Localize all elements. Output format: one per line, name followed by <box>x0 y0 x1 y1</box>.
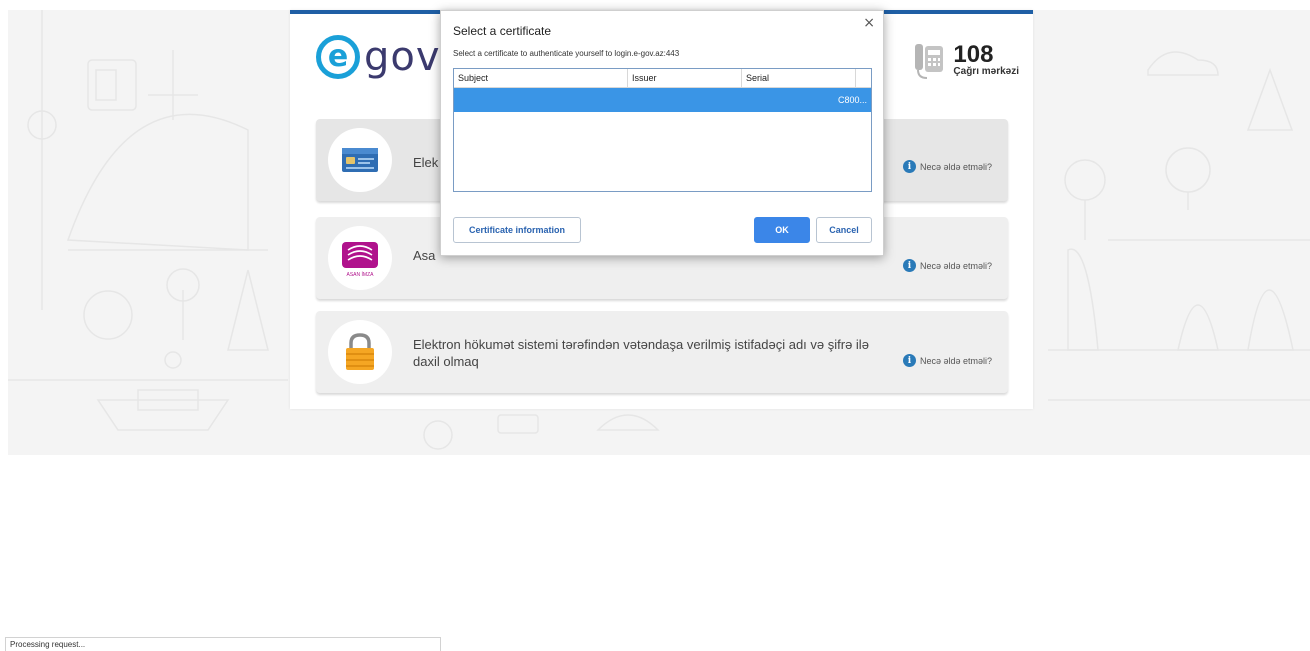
dialog-title: Select a certificate <box>453 24 552 38</box>
asan-imza-caption: ASAN İMZA <box>347 271 375 278</box>
option-help-text: Necə əldə etməli? <box>919 355 992 366</box>
column-header-serial[interactable]: Serial <box>742 69 856 87</box>
option-help-link[interactable]: i Necə əldə etməli? <box>902 259 992 272</box>
select-certificate-dialog: × Select a certificate Select a certific… <box>440 10 884 256</box>
padlock-icon-wrap <box>328 320 392 384</box>
status-bar: Processing request... <box>5 637 441 651</box>
certificate-list-header: Subject Issuer Serial <box>454 69 871 88</box>
asan-imza-icon-wrap: ASAN İMZA <box>328 226 392 290</box>
call-label: Çağrı mərkəzi <box>953 65 1019 77</box>
page: e gov 108 Çağrı mərkəzi Elek i Necə əldə… <box>0 0 1310 651</box>
id-card-icon <box>342 148 378 172</box>
asan-imza-icon: ASAN İMZA <box>342 242 378 278</box>
call-center[interactable]: 108 Çağrı mərkəzi <box>913 40 1019 80</box>
logo-symbol: e <box>327 39 349 74</box>
cancel-button[interactable]: Cancel <box>816 217 872 243</box>
option-text: Elektron hökumət sistemi tərəfindən vətə… <box>413 337 869 369</box>
option-help-link[interactable]: i Necə əldə etməli? <box>902 160 992 173</box>
info-icon: i <box>902 354 916 367</box>
call-number: 108 <box>953 40 994 68</box>
login-option-password[interactable]: Elektron hökumət sistemi tərəfindən vətə… <box>316 311 1008 393</box>
option-help-text: Necə əldə etməli? <box>919 260 992 271</box>
padlock-icon <box>346 333 374 370</box>
close-icon[interactable]: × <box>863 15 875 31</box>
option-help-link[interactable]: i Necə əldə etməli? <box>902 354 992 367</box>
column-header-spacer <box>856 69 871 87</box>
egov-logo-icon: e <box>316 35 360 79</box>
certificate-row[interactable]: C800... <box>454 88 871 112</box>
info-icon: i <box>902 160 916 173</box>
certificate-information-button[interactable]: Certificate information <box>453 217 581 243</box>
ok-button[interactable]: OK <box>754 217 810 243</box>
dialog-subtitle: Select a certificate to authenticate you… <box>453 49 680 58</box>
cert-serial: C800... <box>837 95 867 105</box>
call-center-text: 108 Çağrı mərkəzi <box>953 40 1019 77</box>
egov-logo[interactable]: e gov <box>316 34 441 80</box>
column-header-subject[interactable]: Subject <box>454 69 628 87</box>
logo-text: gov <box>364 34 441 80</box>
option-help-text: Necə əldə etməli? <box>919 161 992 172</box>
cert-subject <box>454 88 628 112</box>
phone-icon <box>915 44 944 79</box>
id-card-icon-wrap <box>328 128 392 192</box>
cert-issuer <box>628 88 742 112</box>
info-icon: i <box>902 259 916 272</box>
certificate-list[interactable]: Subject Issuer Serial C800... <box>453 68 872 192</box>
column-header-issuer[interactable]: Issuer <box>628 69 742 87</box>
